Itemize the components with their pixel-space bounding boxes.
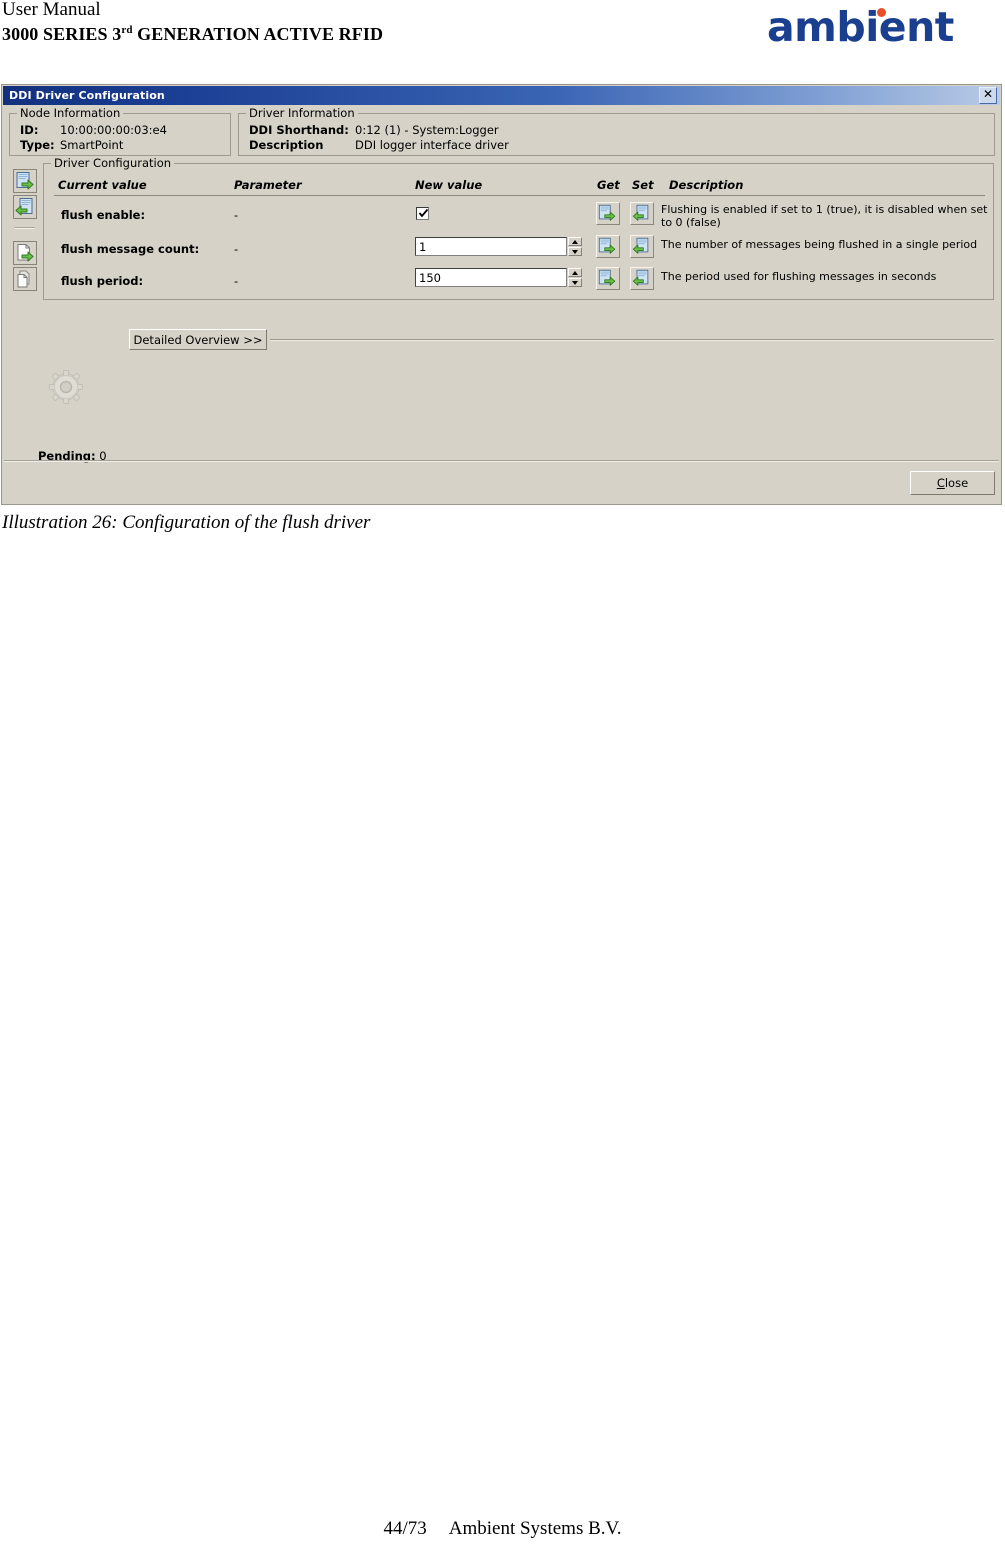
table-row-label-flush-message-count: flush message count: [61,242,200,256]
page-left-arrow-icon [632,237,649,254]
column-header-rule [54,195,985,196]
stepper-down-button[interactable] [568,278,582,287]
footer-separator [4,460,999,462]
caret-down-icon [572,281,578,285]
page-left-arrow-icon [632,269,649,286]
set-button-flush-enable[interactable] [630,202,654,225]
table-row-description-flush-message-count: The number of messages being flushed in … [661,238,978,251]
column-header-description: Description [669,178,744,192]
dialog-title: DDI Driver Configuration [9,89,165,102]
stepper-up-button[interactable] [568,268,582,277]
manual-title: User Manual [2,0,101,20]
copy-pages-icon [17,270,30,288]
checkmark-icon [418,208,429,218]
get-all-button[interactable] [13,169,37,193]
column-header-new-value: New value [415,178,483,192]
driver-description-value: DDI logger interface driver [355,138,509,152]
get-button-flush-enable[interactable] [596,202,620,225]
ddi-shorthand-label: DDI Shorthand: [249,123,349,137]
page-right-arrow-icon [598,237,616,254]
get-button-flush-period[interactable] [596,267,620,290]
set-all-button[interactable] [13,195,37,219]
table-row-description-flush-period: The period used for flushing messages in… [661,270,937,283]
ambient-logo: ambient [767,5,997,49]
copy-button[interactable] [13,267,37,291]
table-row-description-flush-enable: Flushing is enabled if set to 1 (true), … [661,203,988,229]
column-header-set: Set [632,178,654,192]
toolstrip-separator [15,227,35,229]
flush-message-count-input[interactable]: 1 [415,237,567,256]
get-button-flush-message-count[interactable] [596,235,620,258]
stepper-down-button[interactable] [568,247,582,256]
node-id-label: ID: [20,123,39,137]
close-button[interactable]: Close [910,471,995,495]
driver-information-group: Driver Information DDI Shorthand: 0:12 (1… [238,106,995,156]
node-type-value: SmartPoint [60,138,124,152]
close-button-label: Close [937,476,968,490]
ddi-shorthand-value: 0:12 (1) - System:Logger [355,123,499,137]
gear-icon [49,370,83,404]
driver-description-label: Description [249,138,324,152]
dialog-titlebar: DDI Driver Configuration [3,86,1000,105]
page-header: User Manual 3000 SERIES 3rd GENERATION A… [0,0,1005,68]
dialog-toolstrip [13,169,39,300]
driver-description-row: Description DDI logger interface driver [249,138,509,152]
driver-information-legend: Driver Information [246,106,358,120]
product-title-prefix: 3000 SERIES 3 [2,24,122,44]
node-type-label: Type: [20,138,55,152]
page-number: 44/73 [383,1518,427,1539]
close-icon[interactable]: ✕ [979,87,997,104]
table-row-label-flush-period: flush period: [61,274,144,288]
close-button-rest: lose [944,476,969,490]
detailed-overview-separator [270,339,994,341]
driver-configuration-group: Driver Configuration Current value Param… [43,156,994,300]
column-header-current-value: Current value [58,178,147,192]
node-information-group: Node Information ID: 10:00:00:00:03:e4 Ty… [9,106,231,156]
company-name: Ambient Systems B.V. [448,1518,622,1539]
caret-up-icon [572,240,578,244]
flush-enable-checkbox[interactable] [416,207,429,220]
ddi-shorthand-row: DDI Shorthand: 0:12 (1) - System:Logger [249,123,499,137]
node-type-row: Type: SmartPoint [20,138,123,152]
product-title-suffix: GENERATION ACTIVE RFID [132,24,384,44]
stepper-up-button[interactable] [568,237,582,246]
detailed-overview-button[interactable]: Detailed Overview >> [129,329,267,350]
logo-dot-icon [877,8,886,17]
flush-period-input[interactable]: 150 [415,268,567,287]
page-footer: 44/73 Ambient Systems B.V. [0,1518,1005,1540]
flush-period-stepper[interactable] [568,268,582,287]
page-right-arrow-icon [16,172,34,190]
export-button[interactable] [13,241,37,265]
logo-wordmark: ambient [767,3,954,51]
page-right-arrow-icon [598,204,616,221]
page-right-arrow-icon [598,269,616,286]
page-left-arrow-icon [632,204,649,221]
set-button-flush-message-count[interactable] [630,235,654,258]
set-button-flush-period[interactable] [630,267,654,290]
page-left-arrow-icon [15,198,33,216]
product-title-ordinal: rd [121,24,133,36]
table-row-parameter-flush-message-count: - [234,242,239,256]
figure-caption: Illustration 26: Configuration of the fl… [2,512,371,533]
document-right-arrow-icon [17,244,34,262]
table-row-parameter-flush-enable: - [234,208,239,222]
ddi-driver-configuration-dialog: DDI Driver Configuration ✕ Node Informat… [1,84,1002,505]
node-information-legend: Node Information [17,106,124,120]
caret-down-icon [572,250,578,254]
node-id-row: ID: 10:00:00:00:03:e4 [20,123,167,137]
column-header-get: Get [597,178,620,192]
table-row-parameter-flush-period: - [234,274,239,288]
flush-message-count-stepper[interactable] [568,237,582,256]
busy-indicator [48,369,84,405]
table-row-label-flush-enable: flush enable: [61,208,146,222]
close-button-accel: C [936,476,945,490]
driver-configuration-legend: Driver Configuration [51,156,175,170]
node-id-value: 10:00:00:00:03:e4 [60,123,167,137]
caret-up-icon [572,271,578,275]
product-title: 3000 SERIES 3rd GENERATION ACTIVE RFID [2,22,383,46]
column-header-parameter: Parameter [234,178,302,192]
